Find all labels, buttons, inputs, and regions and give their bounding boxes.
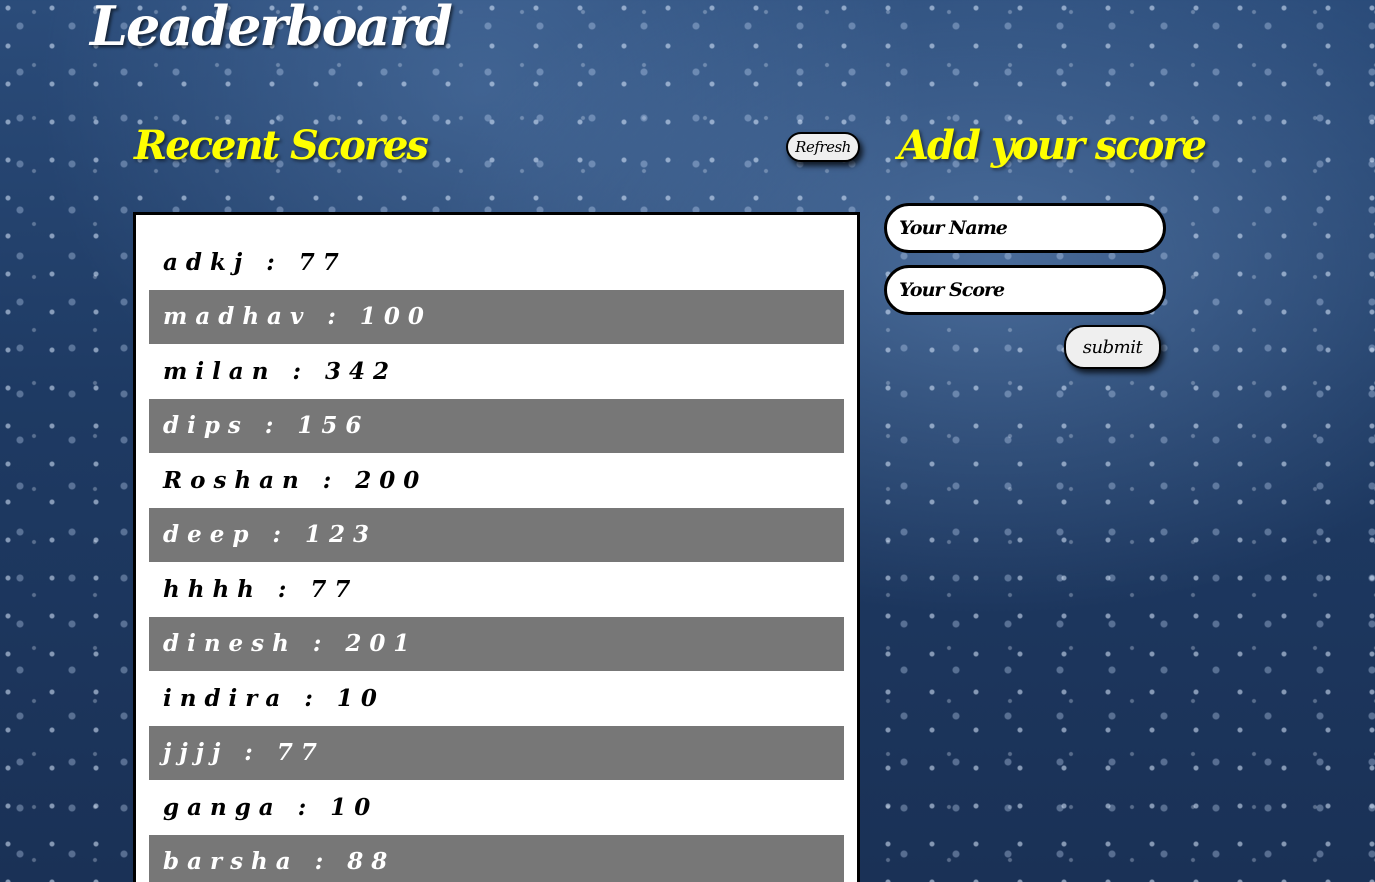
scores-list: adkj : 77 madhav : 100 milan : 342 dips …: [136, 215, 857, 882]
score-row-dinesh: dinesh : 201: [149, 616, 844, 671]
score-value: 10: [330, 793, 379, 821]
score-value: 201: [345, 630, 418, 658]
score-row-indira: indira : 10: [149, 671, 844, 726]
score-separator: :: [296, 630, 346, 658]
score-separator: :: [261, 575, 311, 603]
score-value: 77: [276, 739, 325, 767]
score-separator: :: [288, 684, 337, 712]
score-row-deep: deep : 123: [149, 507, 844, 562]
score-separator: :: [281, 793, 331, 821]
score-name: madhav: [163, 303, 312, 331]
score-row-hhhh: hhhh : 77: [149, 562, 844, 617]
score-row-jjjj: jjjj : 77: [149, 725, 844, 780]
recent-scores-heading: Recent Scores: [134, 122, 429, 169]
score-name: milan: [163, 357, 277, 385]
score-value: 77: [298, 248, 347, 276]
score-separator: :: [311, 303, 360, 331]
score-name: dips: [163, 412, 249, 440]
score-name: jjjj: [163, 739, 229, 767]
score-separator: :: [256, 521, 305, 549]
score-name: ganga: [163, 793, 282, 821]
score-name: indira: [163, 684, 289, 712]
score-input[interactable]: [884, 265, 1166, 315]
score-row-roshan: Roshan : 200: [149, 453, 844, 508]
score-name: Roshan: [163, 466, 307, 494]
score-value: 88: [347, 848, 396, 876]
score-separator: :: [276, 357, 325, 385]
submit-button[interactable]: submit: [1064, 325, 1161, 369]
name-input[interactable]: [884, 203, 1166, 253]
score-value: 123: [304, 521, 377, 549]
add-score-heading: Add your score: [898, 122, 1207, 169]
score-name: adkj: [163, 248, 251, 276]
score-value: 200: [355, 466, 428, 494]
page-title: Leaderboard: [90, 0, 453, 58]
score-separator: :: [248, 412, 298, 440]
score-row-dips: dips : 156: [149, 398, 844, 453]
score-value: 10: [336, 684, 385, 712]
score-separator: :: [250, 248, 299, 276]
score-name: deep: [163, 521, 257, 549]
score-row-milan: milan : 342: [149, 344, 844, 399]
score-name: barsha: [163, 848, 299, 876]
score-value: 156: [297, 412, 370, 440]
refresh-button[interactable]: Refresh: [786, 132, 860, 162]
score-separator: :: [306, 466, 356, 494]
score-value: 342: [324, 357, 397, 385]
score-row-madhav: madhav : 100: [149, 289, 844, 344]
score-row-ganga: ganga : 10: [149, 780, 844, 835]
score-value: 100: [359, 303, 432, 331]
score-separator: :: [228, 739, 277, 767]
score-name: hhhh: [163, 575, 262, 603]
score-row-barsha: barsha : 88: [149, 834, 844, 882]
score-separator: :: [298, 848, 348, 876]
scores-panel[interactable]: adkj : 77 madhav : 100 milan : 342 dips …: [133, 212, 860, 882]
score-name: dinesh: [163, 630, 297, 658]
score-row-adkj: adkj : 77: [149, 235, 844, 290]
score-value: 77: [310, 575, 359, 603]
